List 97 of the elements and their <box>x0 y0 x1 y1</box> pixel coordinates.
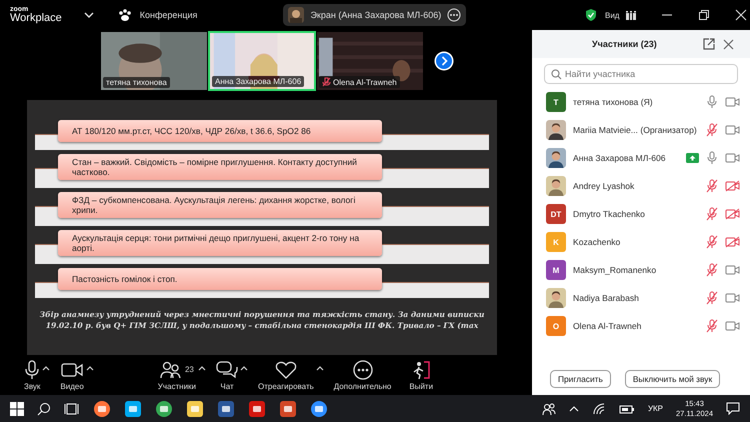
muted-mic-icon[interactable] <box>706 263 718 277</box>
participant-row[interactable]: M Maksym_Romanenko <box>532 256 750 284</box>
panel-button[interactable]: Пригласить <box>550 370 611 388</box>
taskview-icon[interactable] <box>64 402 80 416</box>
participant-name: Andrey Lyashok <box>573 181 636 191</box>
notification-icon[interactable] <box>726 402 740 415</box>
chevron-down-icon[interactable] <box>84 11 94 19</box>
grid-icon[interactable] <box>626 10 636 20</box>
participant-name: Dmytro Tkachenko <box>573 209 646 219</box>
slide-text-box: Стан – важкий. Свідомість – помірне приглушення. Контакту доступний частково. <box>58 154 382 180</box>
heart-icon <box>274 360 297 378</box>
tile-name: Olena Al-Trawneh <box>333 78 397 86</box>
chat-icon <box>216 360 238 378</box>
slide-text-box: Аускультація серця: тони ритмічні дещо приглушені, акцент 2-го тону на аорті. <box>58 230 382 256</box>
microphone-icon <box>24 360 40 380</box>
tile-name: Анна Захарова МЛ-606 <box>215 77 302 86</box>
share-indicator[interactable]: Экран (Анна Захарова МЛ-606) <box>283 4 466 26</box>
chat-button[interactable]: Чат <box>214 360 240 390</box>
shield-icon[interactable] <box>584 8 598 22</box>
muted-mic-icon[interactable] <box>706 235 718 249</box>
participant-name: Maksym_Romanenko <box>573 265 658 275</box>
muted-mic-icon[interactable] <box>706 123 718 137</box>
muted-mic-icon[interactable] <box>706 179 718 193</box>
search-icon <box>551 69 562 80</box>
microphone-icon[interactable] <box>706 151 718 165</box>
camera-icon[interactable] <box>725 96 740 108</box>
more-icon <box>352 360 373 380</box>
next-arrow-icon[interactable] <box>434 51 454 71</box>
caret-icon[interactable] <box>240 364 248 370</box>
panel-title: Участники (23) <box>592 39 657 49</box>
view-button[interactable]: Вид <box>605 10 620 20</box>
avatar: M <box>546 260 566 280</box>
camera-icon[interactable] <box>725 152 740 164</box>
participant-name: Mariia Matvieie... (Организатор) <box>573 125 698 135</box>
paw-icon[interactable] <box>118 8 132 22</box>
muted-mic-icon[interactable] <box>706 207 718 221</box>
participant-row[interactable]: Анна Захарова МЛ-606 <box>532 144 750 172</box>
avatar: DT <box>546 204 566 224</box>
restore-icon[interactable] <box>698 9 710 21</box>
video-tile[interactable]: Анна Захарова МЛ-606 <box>208 31 316 91</box>
muted-mic-icon[interactable] <box>706 319 718 333</box>
participant-name: Nadiya Barabash <box>573 293 640 303</box>
language-indicator[interactable]: УКР <box>648 404 664 413</box>
meeting-label[interactable]: Конференция <box>140 10 198 20</box>
slide-text-box: АТ 180/120 мм.рт.ст, ЧСС 120/хв, ЧДР 26/хв, t 36.6, SpO2 86 <box>58 120 382 142</box>
participant-name: Анна Захарова МЛ-606 <box>573 153 667 163</box>
participant-row[interactable]: Mariia Matvieie... (Организатор) <box>532 116 750 144</box>
pop-out-icon[interactable] <box>702 38 715 50</box>
video-tile[interactable]: тетяна тихонова <box>100 31 208 91</box>
people-icon <box>160 360 182 378</box>
react-button[interactable]: Отреагировать <box>256 360 316 390</box>
participant-row[interactable]: Nadiya Barabash <box>532 284 750 312</box>
camera-icon <box>61 362 84 378</box>
exit-door-icon <box>411 360 432 380</box>
microphone-icon[interactable] <box>706 95 718 109</box>
caret-icon[interactable] <box>198 364 206 370</box>
slide-text-box: ФЗД – субкомпенсована. Аускультація легень: дихання жорстке, вологі хрипи. <box>58 192 382 218</box>
participants-button[interactable]: 23 Участники <box>156 360 198 390</box>
caret-icon[interactable] <box>316 364 324 370</box>
muted-mic-icon[interactable] <box>706 291 718 305</box>
more-button[interactable]: Дополнительно <box>332 360 394 390</box>
participant-row[interactable]: Т тетяна тихонова (Я) <box>532 88 750 116</box>
participant-name: Kozachenko <box>573 237 622 247</box>
camera-off-icon[interactable] <box>725 236 740 248</box>
camera-icon[interactable] <box>725 124 740 136</box>
share-title: Экран (Анна Захарова МЛ-606) <box>310 10 442 20</box>
caret-icon[interactable] <box>86 364 94 370</box>
panel-button[interactable]: Выключить мой звук <box>624 370 720 388</box>
wifi-icon[interactable] <box>592 402 606 414</box>
mic-button[interactable]: Звук <box>22 360 42 390</box>
camera-off-icon[interactable] <box>725 208 740 220</box>
battery-icon[interactable] <box>618 404 635 414</box>
participant-row[interactable]: Andrey Lyashok <box>532 172 750 200</box>
leave-button[interactable]: Выйти <box>407 360 436 390</box>
start-icon[interactable] <box>10 402 24 416</box>
slide-text-box: Пастозність гомілок і стоп. <box>58 268 382 290</box>
camera-icon[interactable] <box>725 320 740 332</box>
participant-name: Olena Al-Trawneh <box>573 321 642 331</box>
camera-off-icon[interactable] <box>725 180 740 192</box>
participant-name: тетяна тихонова (Я) <box>573 97 654 107</box>
more-icon[interactable] <box>447 8 462 22</box>
participant-row[interactable]: DT Dmytro Tkachenko <box>532 200 750 228</box>
participant-count: 23 <box>184 365 194 374</box>
participant-row[interactable]: O Olena Al-Trawneh <box>532 312 750 340</box>
avatar: K <box>546 232 566 252</box>
participant-row[interactable]: K Kozachenko <box>532 228 750 256</box>
avatar: Т <box>546 92 566 112</box>
caret-icon[interactable] <box>42 364 50 370</box>
tile-name: тетяна тихонова <box>106 78 167 87</box>
camera-icon[interactable] <box>725 292 740 304</box>
video-tile[interactable]: Olena Al-Trawneh <box>316 31 424 91</box>
camera-icon[interactable] <box>725 264 740 276</box>
avatar: O <box>546 316 566 336</box>
video-button[interactable]: Видео <box>58 360 86 390</box>
people-icon[interactable] <box>542 402 556 416</box>
search-field[interactable]: Найти участника <box>544 64 738 84</box>
search-icon[interactable] <box>37 402 51 416</box>
